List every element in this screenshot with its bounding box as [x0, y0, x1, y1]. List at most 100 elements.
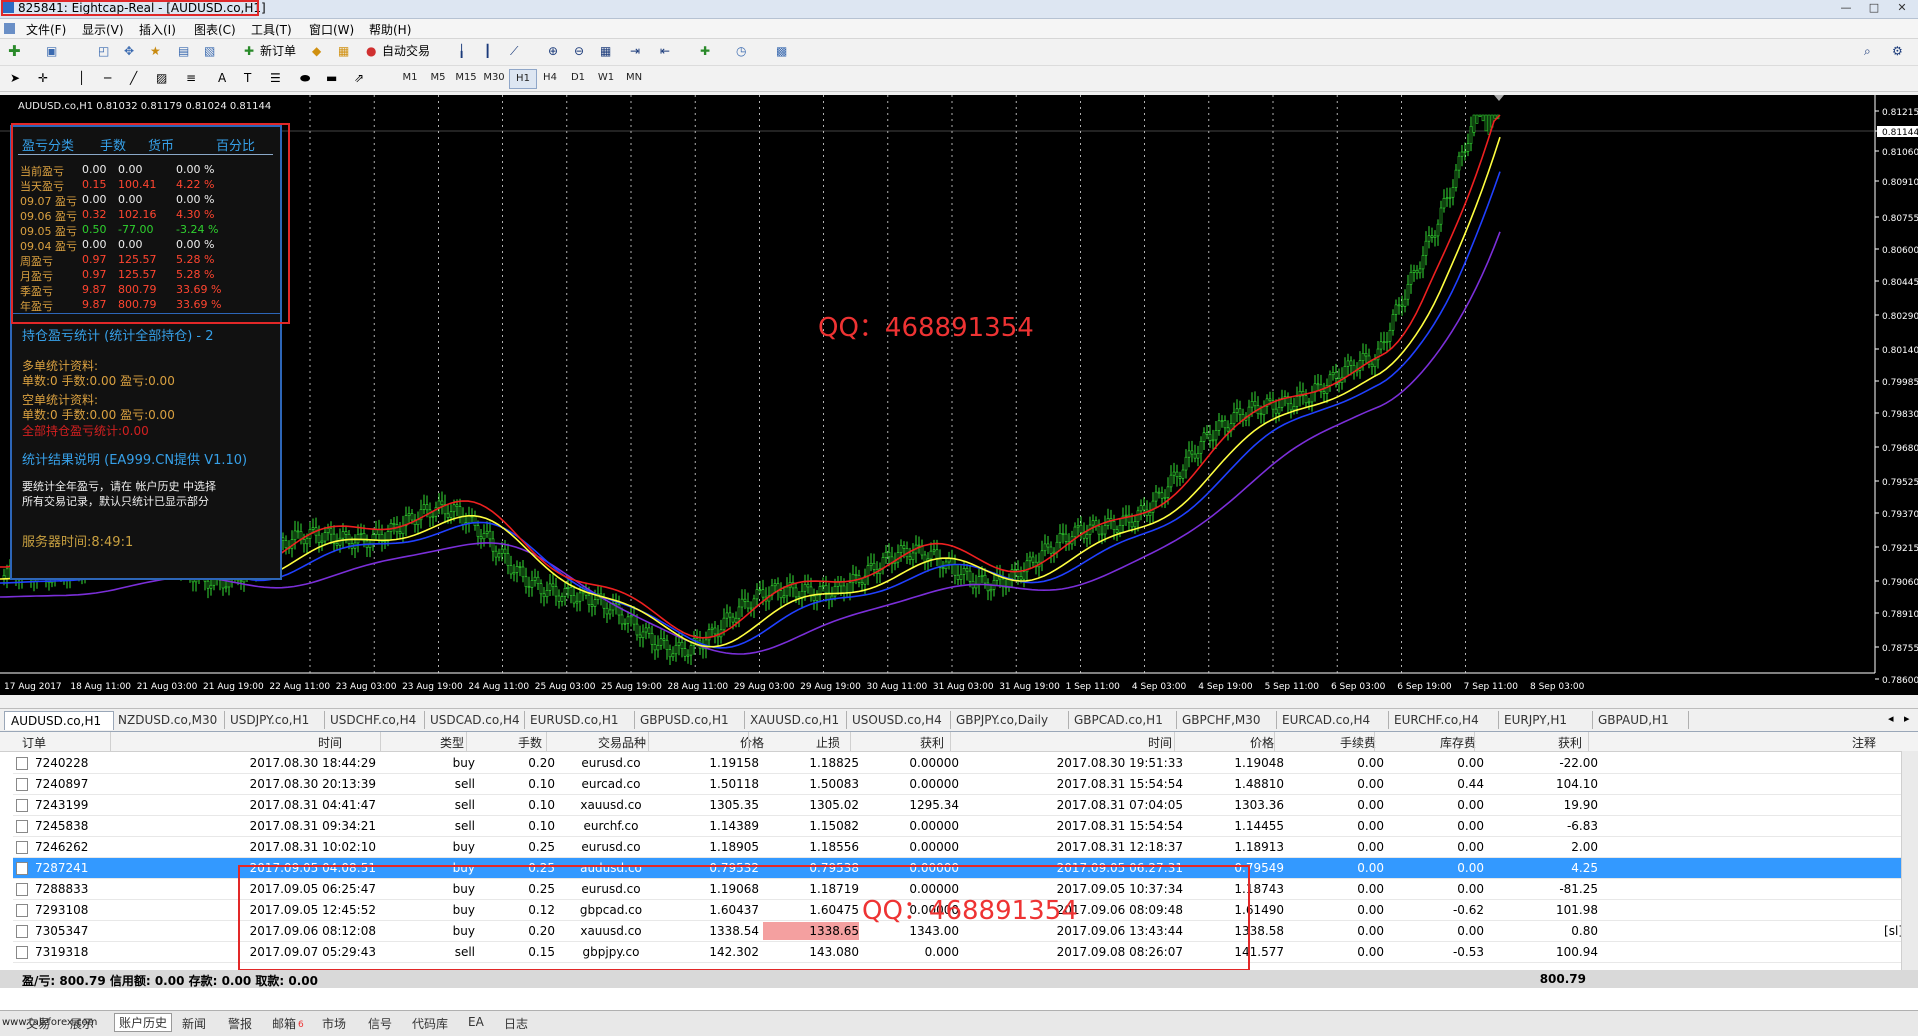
- cursor-icon[interactable]: ➤: [10, 69, 20, 88]
- new-order-button[interactable]: 新订单: [260, 42, 296, 61]
- terminal-tab[interactable]: 展示: [70, 1015, 94, 1032]
- autotrading-icon[interactable]: ●: [366, 42, 376, 61]
- column-header[interactable]: 时间: [1148, 734, 1172, 751]
- zoom-out-icon[interactable]: ⊖: [574, 42, 584, 61]
- tabs-scroll-left-icon[interactable]: ◂: [1888, 712, 1894, 725]
- terminal-tab[interactable]: 警报: [228, 1015, 252, 1032]
- symbol-tab[interactable]: GBPJPY.co,Daily: [950, 711, 1069, 729]
- text-label-icon[interactable]: T: [244, 69, 251, 88]
- timeframe-w1[interactable]: W1: [593, 69, 619, 87]
- terminal-tab[interactable]: 新闻: [182, 1015, 206, 1032]
- timeframe-d1[interactable]: D1: [565, 69, 591, 87]
- symbol-tab[interactable]: GBPAUD,H1: [1592, 711, 1689, 729]
- new-chart-icon[interactable]: ✚: [8, 42, 21, 61]
- symbol-tab[interactable]: NZDUSD.co,M30: [112, 711, 225, 729]
- timeframe-h4[interactable]: H4: [537, 69, 563, 87]
- ellipse-icon[interactable]: ⬬: [300, 69, 310, 88]
- menu-view[interactable]: 显示(V): [82, 21, 124, 38]
- menu-insert[interactable]: 插入(I): [139, 21, 176, 38]
- symbol-tab[interactable]: EURUSD.co,H1: [524, 711, 635, 729]
- terminal-scrollbar[interactable]: [1901, 751, 1918, 970]
- fibonacci-icon[interactable]: ≡: [186, 69, 196, 88]
- autoscroll-icon[interactable]: ⇥: [630, 42, 640, 61]
- candlestick-icon[interactable]: ┃: [484, 42, 491, 61]
- terminal-tab[interactable]: 代码库: [412, 1015, 448, 1032]
- terminal-tab[interactable]: 市场: [322, 1015, 346, 1032]
- vertical-line-icon[interactable]: │: [78, 69, 85, 88]
- text-icon[interactable]: A: [218, 69, 226, 88]
- column-header[interactable]: 价格: [1250, 734, 1274, 751]
- navigator-icon[interactable]: ★: [150, 42, 161, 61]
- rectangle-icon[interactable]: ▬: [326, 69, 337, 88]
- symbol-tab[interactable]: GBPUSD.co,H1: [634, 711, 745, 729]
- arrows-icon[interactable]: ⇗: [354, 69, 364, 88]
- timeframe-mn[interactable]: MN: [621, 69, 647, 87]
- terminal-tab[interactable]: 交易: [26, 1015, 50, 1032]
- symbol-tab[interactable]: GBPCHF,M30: [1176, 711, 1277, 729]
- symbol-tab[interactable]: USDJPY.co,H1: [224, 711, 325, 729]
- column-header[interactable]: 手续费: [1340, 734, 1376, 751]
- terminal-tab[interactable]: 信号: [368, 1015, 392, 1032]
- column-header[interactable]: 止损: [816, 734, 840, 751]
- column-header[interactable]: 库存费: [1440, 734, 1476, 751]
- crosshair-icon[interactable]: ✛: [38, 69, 48, 88]
- menu-help[interactable]: 帮助(H): [369, 21, 411, 38]
- column-header[interactable]: 类型: [440, 734, 464, 751]
- periods-icon[interactable]: ◷: [736, 42, 746, 61]
- minimize-button[interactable]: —: [1832, 0, 1860, 16]
- menu-file[interactable]: 文件(F): [26, 21, 66, 38]
- market-watch-icon[interactable]: ◰: [98, 42, 109, 61]
- new-order-icon[interactable]: ✚: [244, 42, 254, 61]
- table-row[interactable]: 7243199 2017.08.31 04:41:47 sell 0.10 xauusd…: [13, 795, 1903, 816]
- column-header[interactable]: 注释: [1852, 734, 1876, 751]
- menu-chart[interactable]: 图表(C): [194, 21, 236, 38]
- data-window-icon[interactable]: ✥: [124, 42, 134, 61]
- maximize-button[interactable]: □: [1860, 0, 1888, 16]
- tile-windows-icon[interactable]: ▦: [600, 42, 611, 61]
- search-icon[interactable]: ⌕: [1864, 42, 1871, 61]
- column-header[interactable]: 时间: [318, 734, 342, 751]
- bar-chart-icon[interactable]: ╽: [458, 42, 465, 61]
- terminal-icon[interactable]: ▤: [178, 42, 189, 61]
- timeframe-h1[interactable]: H1: [509, 69, 537, 89]
- templates-icon[interactable]: ▩: [776, 42, 787, 61]
- indicators-icon[interactable]: ✚: [700, 42, 710, 61]
- table-row[interactable]: 7246262 2017.08.31 10:02:10 buy 0.25 eurusd.…: [13, 837, 1903, 858]
- timeframe-m1[interactable]: M1: [397, 69, 423, 87]
- timeframe-m5[interactable]: M5: [425, 69, 451, 87]
- table-row[interactable]: 7240897 2017.08.30 20:13:39 sell 0.10 eurcad…: [13, 774, 1903, 795]
- tabs-scroll-right-icon[interactable]: ▸: [1904, 712, 1910, 725]
- horizontal-line-icon[interactable]: ─: [104, 69, 111, 88]
- symbol-tab[interactable]: EURJPY,H1: [1498, 711, 1593, 729]
- column-header[interactable]: 获利: [1558, 734, 1582, 751]
- price-chart[interactable]: 0.81215 0.81144 0.81060 0.80910 0.80755 0.806…: [0, 95, 1918, 695]
- column-header[interactable]: 价格: [740, 734, 764, 751]
- column-header[interactable]: 获利: [920, 734, 944, 751]
- menu-window[interactable]: 窗口(W): [309, 21, 354, 38]
- terminal-tab[interactable]: EA: [468, 1015, 484, 1029]
- trendline-icon[interactable]: ╱: [130, 69, 137, 88]
- table-row[interactable]: 7240228 2017.08.30 18:44:29 buy 0.20 eurusd.…: [13, 753, 1903, 774]
- symbol-tab[interactable]: AUDUSD.co,H1: [4, 711, 114, 730]
- gann-icon[interactable]: ☰: [270, 69, 281, 88]
- zoom-in-icon[interactable]: ⊕: [548, 42, 558, 61]
- channel-icon[interactable]: ▨: [156, 69, 167, 88]
- strategy-tester-icon[interactable]: ▧: [204, 42, 215, 61]
- profiles-icon[interactable]: ▣: [46, 42, 57, 61]
- symbol-tab[interactable]: USOUSD.co,H4: [846, 711, 951, 729]
- menu-tools[interactable]: 工具(T): [251, 21, 292, 38]
- column-header[interactable]: 交易品种: [598, 734, 646, 751]
- symbol-tab[interactable]: XAUUSD.co,H1: [744, 711, 847, 729]
- column-header[interactable]: 订单: [22, 734, 46, 751]
- terminal-tab[interactable]: 邮箱: [272, 1015, 296, 1032]
- auto-trading-button[interactable]: 自动交易: [382, 42, 430, 61]
- metaeditor-icon[interactable]: ◆: [312, 42, 321, 61]
- symbol-tab[interactable]: USDCAD.co,H4: [424, 711, 525, 729]
- column-header[interactable]: 手数: [518, 734, 542, 751]
- terminal-tab[interactable]: 日志: [504, 1015, 528, 1032]
- symbol-tab[interactable]: GBPCAD.co,H1: [1068, 711, 1177, 729]
- symbol-tab[interactable]: USDCHF.co,H4: [324, 711, 425, 729]
- table-row[interactable]: 7245838 2017.08.31 09:34:21 sell 0.10 eurchf…: [13, 816, 1903, 837]
- line-chart-icon[interactable]: ⟋: [510, 42, 518, 61]
- symbol-tab[interactable]: EURCAD.co,H4: [1276, 711, 1389, 729]
